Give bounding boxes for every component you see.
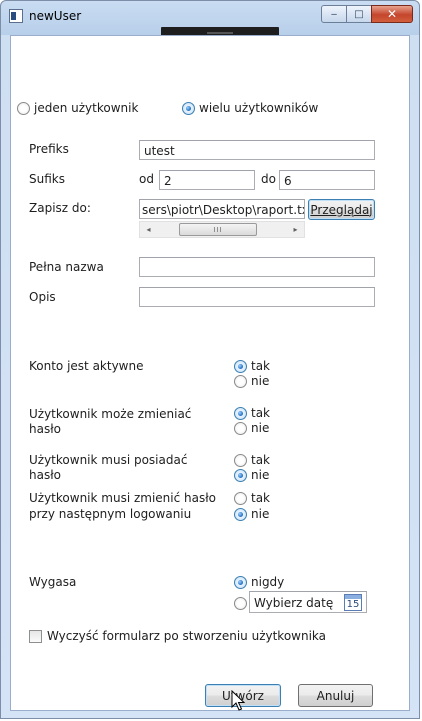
- window-controls: ‒ □ ✕: [321, 5, 413, 23]
- must-change-password-label-2: przy następnym logowaniu: [29, 507, 192, 521]
- suffix-from-label: od: [139, 172, 154, 186]
- must-have-password-yes-radio[interactable]: [234, 454, 247, 467]
- prefix-input[interactable]: utest: [139, 140, 375, 160]
- must-change-password-yes-label: tak: [251, 491, 271, 505]
- clear-form-label: Wyczyść formularz po stworzeniu użytkown…: [47, 629, 327, 643]
- browse-button[interactable]: Przeglądaj: [308, 199, 375, 220]
- account-active-yes-label: tak: [251, 359, 271, 373]
- can-change-password-no-radio[interactable]: [234, 422, 247, 435]
- can-change-password-yes-label: tak: [251, 406, 271, 420]
- maximize-button[interactable]: □: [346, 5, 372, 23]
- radio-single-user-label: jeden użytkownik: [34, 101, 139, 115]
- must-change-password-no-label: nie: [251, 507, 270, 521]
- radio-single-user[interactable]: [17, 102, 30, 115]
- can-change-password-label-1: Użytkownik może zmieniać: [29, 407, 192, 421]
- cancel-button[interactable]: Anuluj: [298, 684, 373, 707]
- window-title: newUser: [29, 9, 82, 23]
- new-user-window: newUser ‒ □ ✕ jeden użytkownik wielu uży…: [0, 0, 420, 719]
- expires-label: Wygasa: [29, 575, 77, 589]
- expires-date-radio[interactable]: [234, 597, 247, 610]
- clear-form-checkbox[interactable]: [29, 630, 42, 643]
- form-area: jeden użytkownik wielu użytkowników Pref…: [10, 35, 410, 711]
- must-change-password-yes-radio[interactable]: [234, 492, 247, 505]
- prefix-label: Prefiks: [29, 142, 69, 156]
- mouse-cursor-icon: [231, 690, 245, 711]
- can-change-password-label-2: hasło: [29, 422, 61, 436]
- close-button[interactable]: ✕: [371, 5, 413, 23]
- account-active-no-radio[interactable]: [234, 375, 247, 388]
- scroll-right-arrow-icon[interactable]: ▸: [287, 222, 304, 237]
- save-path-input[interactable]: sers\piotr\Desktop\raport.txt: [139, 199, 305, 219]
- must-have-password-no-radio[interactable]: [234, 469, 247, 482]
- save-path-scrollbar[interactable]: ◂ III ▸: [139, 221, 305, 238]
- account-active-yes-radio[interactable]: [234, 360, 247, 373]
- must-have-password-label-2: hasło: [29, 468, 61, 482]
- app-icon: [9, 9, 23, 23]
- full-name-label: Pełna nazwa: [29, 260, 104, 274]
- must-have-password-no-label: nie: [251, 468, 270, 482]
- full-name-input[interactable]: [139, 257, 375, 277]
- account-active-label: Konto jest aktywne: [29, 359, 144, 373]
- suffix-to-label: do: [261, 172, 276, 186]
- can-change-password-no-label: nie: [251, 421, 270, 435]
- minimize-button[interactable]: ‒: [321, 5, 347, 23]
- scroll-left-arrow-icon[interactable]: ◂: [140, 222, 157, 237]
- description-label: Opis: [29, 290, 56, 304]
- radio-multiple-users[interactable]: [182, 102, 195, 115]
- suffix-to-input[interactable]: 6: [279, 170, 375, 190]
- expires-never-radio[interactable]: [234, 576, 247, 589]
- suffix-from-input[interactable]: 2: [159, 170, 255, 190]
- must-change-password-no-radio[interactable]: [234, 508, 247, 521]
- can-change-password-yes-radio[interactable]: [234, 407, 247, 420]
- account-active-no-label: nie: [251, 374, 270, 388]
- calendar-icon[interactable]: 15: [344, 594, 362, 611]
- description-input[interactable]: [139, 287, 375, 307]
- radio-multiple-users-label: wielu użytkowników: [199, 101, 319, 115]
- expires-never-label: nigdy: [251, 575, 285, 589]
- must-have-password-yes-label: tak: [251, 453, 271, 467]
- save-to-label: Zapisz do:: [29, 201, 91, 215]
- must-change-password-label-1: Użytkownik musi zmienić hasło: [29, 491, 216, 505]
- must-have-password-label-1: Użytkownik musi posiadać: [29, 453, 188, 467]
- scroll-thumb[interactable]: III: [179, 223, 257, 236]
- suffix-label: Sufiks: [29, 172, 65, 186]
